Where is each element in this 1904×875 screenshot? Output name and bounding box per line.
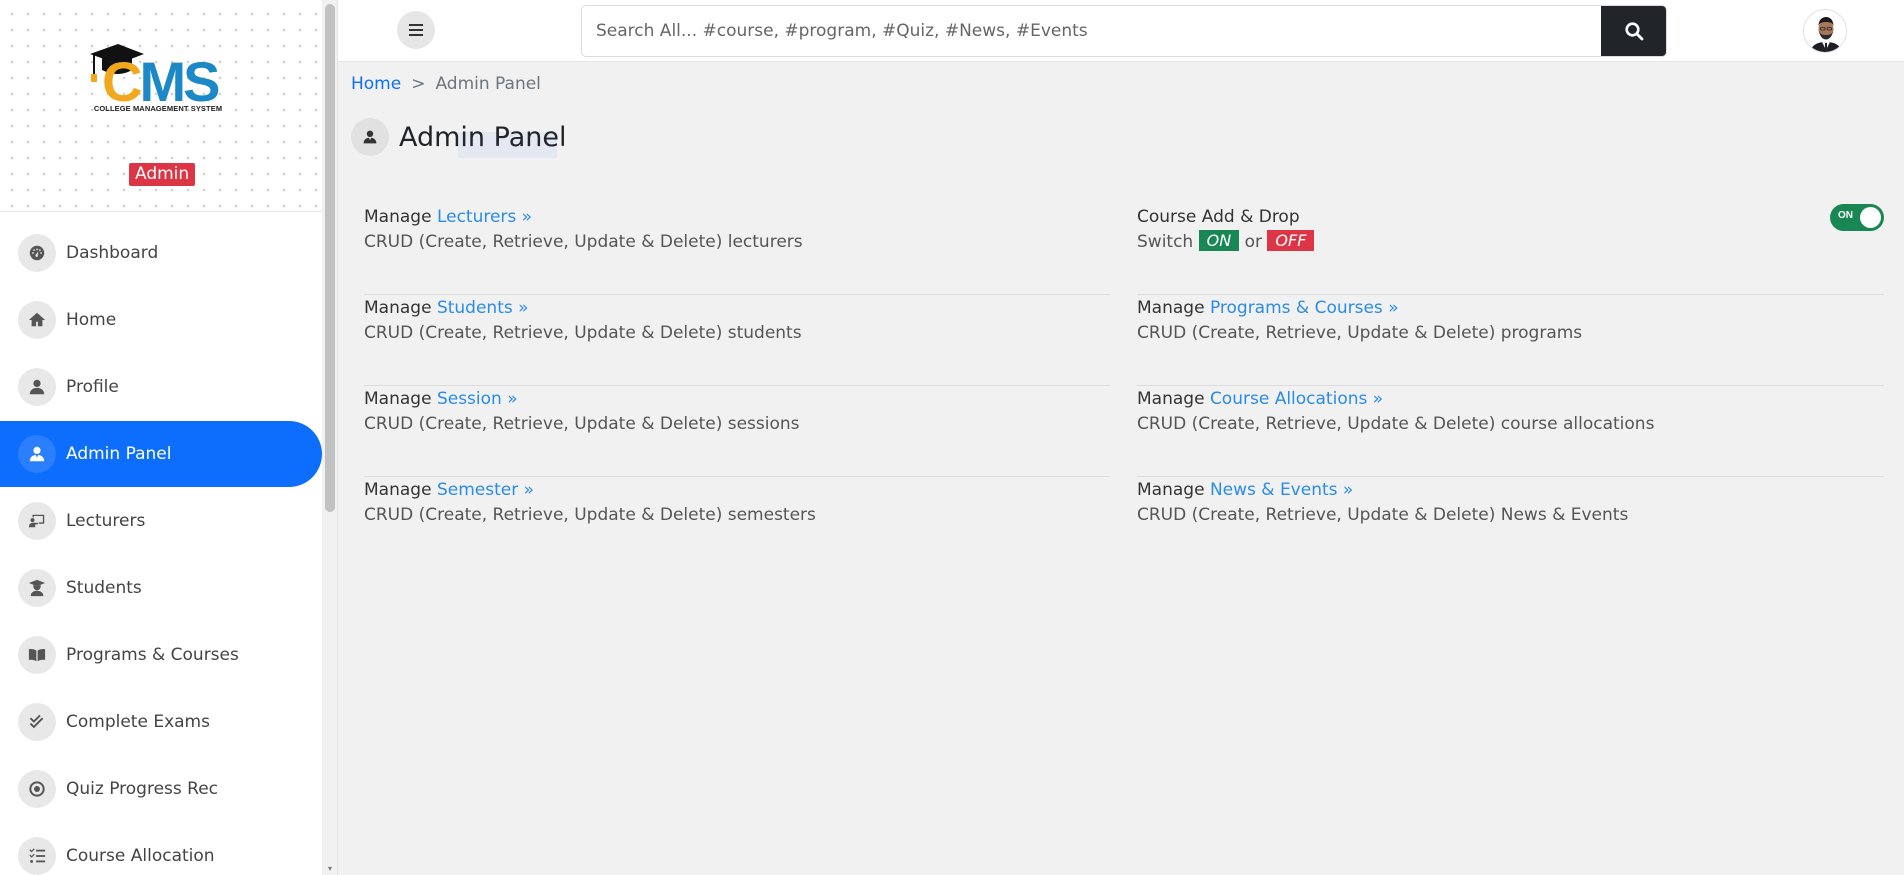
manage-programs-courses-row: Manage Programs & Courses » CRUD (Create…: [1137, 295, 1884, 386]
check-double-icon: [18, 703, 56, 741]
scrollbar-thumb[interactable]: [325, 4, 335, 512]
manage-course-allocations-row: Manage Course Allocations » CRUD (Create…: [1137, 386, 1884, 477]
cms-logo[interactable]: CMS COLLEGE MANAGEMENT SYSTEM: [86, 40, 230, 120]
manage-semester-link[interactable]: Semester »: [437, 480, 534, 500]
off-badge: OFF: [1267, 230, 1315, 251]
sidebar-item-label: Quiz Progress Rec: [66, 779, 219, 799]
chalkboard-teacher-icon: [18, 502, 56, 540]
scroll-down-arrow-icon[interactable]: ▾: [325, 865, 335, 873]
admin-panel-right-column: Course Add & Drop Switch ON or OFF ON Ma…: [1137, 204, 1884, 568]
sidebar-item-admin-panel[interactable]: Admin Panel: [0, 421, 322, 487]
or-text: or: [1244, 232, 1262, 252]
row-description: CRUD (Create, Retrieve, Update & Delete)…: [1137, 505, 1629, 525]
sidebar-item-students[interactable]: Students: [0, 555, 322, 621]
sidebar-item-label: Lecturers: [66, 511, 146, 531]
breadcrumb: Home > Admin Panel: [351, 74, 541, 94]
user-tie-icon: [351, 118, 389, 156]
manage-session-link[interactable]: Session »: [437, 389, 518, 409]
manage-prefix: Manage: [1137, 298, 1205, 318]
manage-semester-row: Manage Semester » CRUD (Create, Retrieve…: [364, 477, 1110, 568]
sidebar-item-label: Dashboard: [66, 243, 159, 263]
sidebar-item-label: Course Allocation: [66, 846, 215, 866]
book-open-icon: [18, 636, 56, 674]
breadcrumb-home-link[interactable]: Home: [351, 74, 401, 94]
manage-programs-courses-link[interactable]: Programs & Courses »: [1210, 298, 1399, 318]
row-description: CRUD (Create, Retrieve, Update & Delete)…: [1137, 414, 1655, 434]
logo-wordmark: CMS: [102, 50, 220, 113]
sidebar: CMS COLLEGE MANAGEMENT SYSTEM Admin Dash…: [0, 0, 338, 875]
course-add-drop-toggle[interactable]: ON: [1830, 204, 1884, 231]
manage-news-events-row: Manage News & Events » CRUD (Create, Ret…: [1137, 477, 1884, 568]
manage-students-link[interactable]: Students »: [437, 298, 529, 318]
toggle-knob: [1860, 207, 1881, 228]
manage-session-row: Manage Session » CRUD (Create, Retrieve,…: [364, 386, 1110, 477]
sidebar-scrollbar[interactable]: ▾: [322, 0, 337, 875]
sidebar-item-quiz-progress[interactable]: Quiz Progress Rec: [0, 756, 322, 822]
manage-prefix: Manage: [364, 298, 432, 318]
record-icon: [18, 770, 56, 808]
sidebar-item-label: Admin Panel: [66, 444, 172, 464]
breadcrumb-separator: >: [411, 74, 426, 94]
sidebar-item-label: Complete Exams: [66, 712, 210, 732]
manage-prefix: Manage: [364, 389, 432, 409]
sidebar-item-home[interactable]: Home: [0, 287, 322, 353]
search-bar: [581, 5, 1667, 57]
user-tie-icon: [18, 435, 56, 473]
toggle-label: ON: [1838, 210, 1853, 221]
row-description: CRUD (Create, Retrieve, Update & Delete)…: [1137, 323, 1583, 343]
row-description: CRUD (Create, Retrieve, Update & Delete)…: [364, 323, 802, 343]
logo-subtitle: COLLEGE MANAGEMENT SYSTEM: [93, 104, 223, 113]
avatar-image: [1804, 10, 1846, 52]
sidebar-item-label: Programs & Courses: [66, 645, 239, 665]
course-add-drop-title: Course Add & Drop: [1137, 207, 1300, 227]
role-badge: Admin: [129, 163, 196, 186]
user-graduate-icon: [18, 569, 56, 607]
course-add-drop-row: Course Add & Drop Switch ON or OFF ON: [1137, 204, 1884, 295]
breadcrumb-current: Admin Panel: [435, 74, 541, 94]
menu-toggle-button[interactable]: [397, 11, 435, 49]
search-button[interactable]: [1601, 6, 1666, 56]
switch-label: Switch: [1137, 232, 1194, 252]
page-title: Admin Panel: [351, 118, 566, 156]
sidebar-item-label: Students: [66, 578, 142, 598]
sidebar-item-complete-exams[interactable]: Complete Exams: [0, 689, 322, 755]
manage-students-row: Manage Students » CRUD (Create, Retrieve…: [364, 295, 1110, 386]
manage-prefix: Manage: [1137, 389, 1205, 409]
sidebar-item-programs-courses[interactable]: Programs & Courses: [0, 622, 322, 688]
manage-prefix: Manage: [364, 207, 432, 227]
manage-prefix: Manage: [1137, 480, 1205, 500]
topbar: [338, 0, 1904, 62]
sidebar-item-dashboard[interactable]: Dashboard: [0, 220, 322, 286]
row-description: CRUD (Create, Retrieve, Update & Delete)…: [364, 232, 803, 252]
tasks-icon: [18, 837, 56, 875]
admin-panel-left-column: Manage Lecturers » CRUD (Create, Retriev…: [364, 204, 1110, 568]
on-badge: ON: [1198, 230, 1240, 251]
sidebar-item-label: Profile: [66, 377, 119, 397]
hamburger-icon: [409, 24, 423, 36]
row-description: CRUD (Create, Retrieve, Update & Delete)…: [364, 505, 816, 525]
sidebar-item-course-allocation[interactable]: Course Allocation: [0, 823, 322, 875]
search-icon: [1624, 22, 1643, 41]
sidebar-item-label: Home: [66, 310, 117, 330]
sidebar-item-lecturers[interactable]: Lecturers: [0, 488, 322, 554]
page-title-text: Admin Panel: [399, 121, 567, 153]
manage-prefix: Manage: [364, 480, 432, 500]
brand-header: CMS COLLEGE MANAGEMENT SYSTEM Admin: [0, 0, 322, 212]
manage-news-events-link[interactable]: News & Events »: [1210, 480, 1353, 500]
row-description: CRUD (Create, Retrieve, Update & Delete)…: [364, 414, 800, 434]
manage-lecturers-row: Manage Lecturers » CRUD (Create, Retriev…: [364, 204, 1110, 295]
manage-lecturers-link[interactable]: Lecturers »: [437, 207, 532, 227]
user-icon: [18, 368, 56, 406]
dashboard-icon: [18, 234, 56, 272]
manage-course-allocations-link[interactable]: Course Allocations »: [1210, 389, 1383, 409]
home-icon: [18, 301, 56, 339]
sidebar-item-profile[interactable]: Profile: [0, 354, 322, 420]
search-input[interactable]: [582, 6, 1603, 56]
user-avatar[interactable]: [1803, 9, 1847, 53]
